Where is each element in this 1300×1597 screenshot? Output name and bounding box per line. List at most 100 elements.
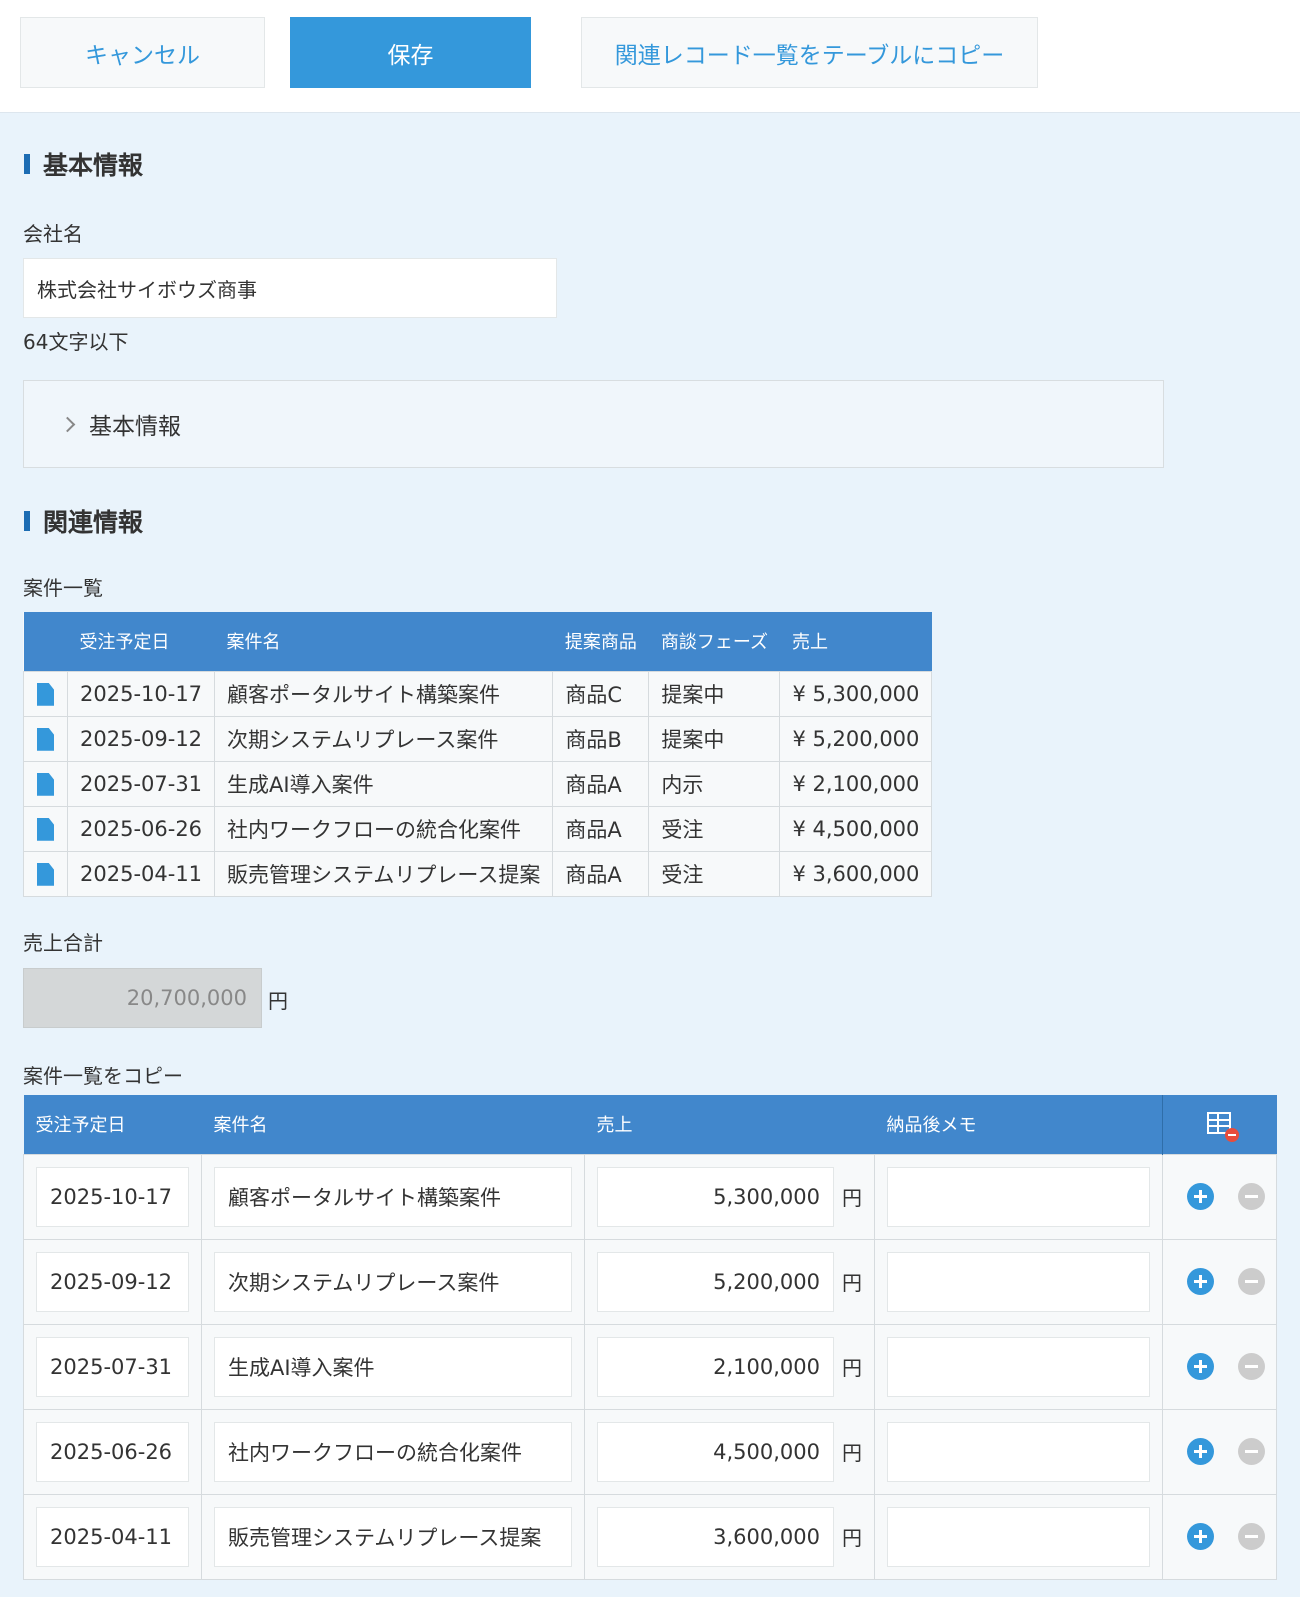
add-row-icon[interactable] [1187, 1183, 1214, 1210]
add-row-icon[interactable] [1187, 1438, 1214, 1465]
document-icon[interactable] [37, 772, 54, 796]
subtable-row: 2025-06-26 社内ワークフローの統合化案件 4,500,000 円 [23, 1408, 1277, 1495]
group-label: 基本情報 [89, 414, 181, 440]
column-header-date: 受注予定日 [67, 612, 215, 671]
save-button[interactable]: 保存 [290, 17, 531, 88]
deal-sales: ¥ 5,300,000 [779, 670, 933, 717]
column-header-name: 案件名 [214, 612, 553, 671]
sales-value: 5,300,000 [713, 1184, 820, 1209]
deal-name-input[interactable]: 次期システムリプレース案件 [214, 1251, 572, 1312]
related-info-heading: 関連情報 [24, 503, 143, 539]
column-header-sales: 売上 [584, 1095, 875, 1154]
remove-row-icon[interactable] [1238, 1438, 1265, 1465]
yen-unit: 円 [842, 1441, 862, 1465]
deal-product: 商品C [552, 670, 650, 717]
add-row-icon[interactable] [1187, 1353, 1214, 1380]
remove-row-icon[interactable] [1238, 1268, 1265, 1295]
memo-input[interactable] [887, 1336, 1150, 1397]
date-value: 2025-06-26 [50, 1439, 173, 1464]
deal-sales: ¥ 2,100,000 [779, 760, 933, 807]
related-info-title: 関連情報 [43, 508, 144, 537]
sales-value: 2,100,000 [713, 1354, 820, 1379]
memo-input[interactable] [887, 1166, 1150, 1227]
subtable-row: 2025-04-11 販売管理システムリプレース提案 3,600,000 円 [23, 1493, 1277, 1580]
toolbar: キャンセル 保存 関連レコード一覧をテーブルにコピー [0, 0, 1300, 113]
table-row: 2025-10-17 顧客ポータルサイト構築案件 商品C 提案中 ¥ 5,300… [23, 670, 933, 717]
sales-value: 3,600,000 [713, 1524, 820, 1549]
chevron-right-icon [59, 416, 76, 432]
sales-input[interactable]: 4,500,000 [597, 1421, 834, 1482]
deal-sales: ¥ 5,200,000 [779, 715, 933, 762]
document-icon[interactable] [37, 817, 54, 841]
memo-input[interactable] [887, 1506, 1150, 1567]
company-name-input[interactable]: 株式会社サイボウズ商事 [23, 258, 557, 318]
copy-related-records-button[interactable]: 関連レコード一覧をテーブルにコピー [581, 17, 1038, 88]
date-input[interactable]: 2025-09-12 [36, 1251, 189, 1312]
add-row-icon[interactable] [1187, 1268, 1214, 1295]
sales-input[interactable]: 2,100,000 [597, 1336, 834, 1397]
column-header-sales: 売上 [779, 612, 932, 671]
table-row: 2025-06-26 社内ワークフローの統合化案件 商品A 受注 ¥ 4,500… [23, 805, 933, 852]
basic-info-title: 基本情報 [43, 151, 144, 180]
yen-unit: 円 [842, 1271, 862, 1295]
sales-input[interactable]: 5,300,000 [597, 1166, 834, 1227]
deal-date: 2025-09-12 [66, 715, 216, 762]
heading-bar [24, 154, 30, 174]
subtable-row: 2025-07-31 生成AI導入案件 2,100,000 円 [23, 1323, 1277, 1410]
date-input[interactable]: 2025-07-31 [36, 1336, 189, 1397]
deal-name-value: 顧客ポータルサイト構築案件 [228, 1185, 501, 1210]
deal-product: 商品B [552, 715, 650, 762]
deal-date: 2025-04-11 [66, 850, 216, 897]
yen-unit: 円 [842, 1526, 862, 1550]
deal-product: 商品A [552, 760, 650, 807]
add-row-icon[interactable] [1187, 1523, 1214, 1550]
date-value: 2025-10-17 [50, 1184, 173, 1209]
subtable-row: 2025-10-17 顧客ポータルサイト構築案件 5,300,000 円 [23, 1153, 1277, 1240]
remove-row-icon[interactable] [1238, 1353, 1265, 1380]
document-icon[interactable] [37, 727, 54, 751]
copy-table-label: 案件一覧をコピー [23, 1064, 183, 1088]
table-header-row: 受注予定日 案件名 提案商品 商談フェーズ 売上 [23, 612, 932, 671]
deal-name: 次期システムリプレース案件 [214, 715, 554, 762]
basic-info-heading: 基本情報 [24, 146, 143, 182]
sales-input[interactable]: 5,200,000 [597, 1251, 834, 1312]
cancel-button[interactable]: キャンセル [20, 17, 265, 88]
deal-phase: 受注 [648, 805, 781, 852]
date-input[interactable]: 2025-06-26 [36, 1421, 189, 1482]
sales-total-field: 20,700,000 [23, 968, 262, 1028]
deal-date: 2025-10-17 [66, 670, 216, 717]
deal-name-input[interactable]: 生成AI導入案件 [214, 1336, 572, 1397]
deal-name: 生成AI導入案件 [214, 760, 554, 807]
remove-row-icon[interactable] [1238, 1523, 1265, 1550]
deal-sales: ¥ 4,500,000 [779, 805, 933, 852]
deal-sales: ¥ 3,600,000 [779, 850, 933, 897]
memo-input[interactable] [887, 1421, 1150, 1482]
deal-phase: 提案中 [648, 670, 781, 717]
company-name-label: 会社名 [23, 222, 83, 246]
remove-row-icon[interactable] [1238, 1183, 1265, 1210]
deal-name-value: 次期システムリプレース案件 [228, 1270, 500, 1295]
date-value: 2025-07-31 [50, 1354, 173, 1379]
basic-info-group-toggle[interactable]: 基本情報 [59, 407, 181, 441]
document-icon[interactable] [37, 682, 54, 706]
date-input[interactable]: 2025-10-17 [36, 1166, 189, 1227]
date-value: 2025-04-11 [50, 1524, 173, 1549]
deal-phase: 提案中 [648, 715, 781, 762]
column-header-actions [1162, 1095, 1277, 1154]
memo-input[interactable] [887, 1251, 1150, 1312]
deal-name-input[interactable]: 販売管理システムリプレース提案 [214, 1506, 572, 1567]
table-remove-icon[interactable] [1206, 1112, 1239, 1143]
deal-product: 商品A [552, 850, 650, 897]
company-name-hint: 64文字以下 [23, 330, 129, 354]
deal-name-input[interactable]: 社内ワークフローの統合化案件 [214, 1421, 572, 1482]
column-header-date: 受注予定日 [23, 1095, 202, 1154]
column-header-icon [23, 612, 68, 671]
column-header-name: 案件名 [201, 1095, 585, 1154]
copy-subtable: 受注予定日 案件名 売上 納品後メモ 2025-10-17 顧客ポータルサイト構… [23, 1095, 1277, 1580]
sales-input[interactable]: 3,600,000 [597, 1506, 834, 1567]
date-input[interactable]: 2025-04-11 [36, 1506, 189, 1567]
deal-name-input[interactable]: 顧客ポータルサイト構築案件 [214, 1166, 572, 1227]
deal-list-label: 案件一覧 [23, 576, 103, 600]
document-icon[interactable] [37, 862, 54, 886]
deal-date: 2025-06-26 [66, 805, 216, 852]
